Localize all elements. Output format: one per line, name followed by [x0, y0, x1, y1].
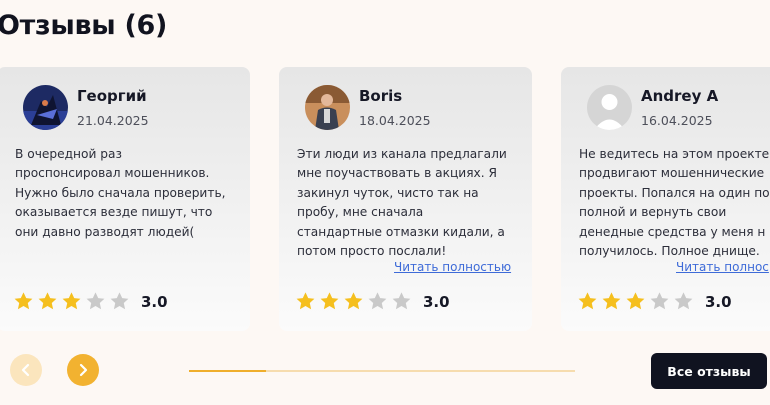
- rating-stars: 3.0: [577, 291, 732, 312]
- rating-stars: 3.0: [13, 291, 168, 312]
- read-more-link[interactable]: Читать полностью: [394, 260, 511, 274]
- review-card: Boris 18.04.2025 Эти люди из канала пред…: [279, 67, 532, 331]
- star-icon: [626, 292, 645, 310]
- star-icon: [86, 292, 105, 310]
- section-title: Отзывы (6): [0, 10, 168, 41]
- review-date: 21.04.2025: [77, 113, 149, 128]
- carousel-progress-fill: [189, 370, 267, 372]
- avatar: [23, 85, 68, 130]
- star-icon: [296, 292, 315, 310]
- reviewer-name: Andrey A: [641, 87, 719, 105]
- star-icon: [110, 292, 129, 310]
- star-icon: [578, 292, 597, 310]
- star-icon: [674, 292, 693, 310]
- star-icon: [320, 292, 339, 310]
- all-reviews-button[interactable]: Все отзывы: [651, 353, 767, 389]
- reviews-track: Георгий 21.04.2025 В очередной раз просп…: [0, 67, 770, 331]
- rating-value: 3.0: [141, 292, 168, 311]
- review-text: В очередной раз проспонсировал мошеннико…: [15, 147, 226, 239]
- read-more-link[interactable]: Читать полнос: [676, 260, 769, 274]
- review-card: Георгий 21.04.2025 В очередной раз просп…: [0, 67, 250, 331]
- star-icon: [62, 292, 81, 310]
- rating-value: 3.0: [705, 292, 732, 311]
- review-text: Не ведитесь на этом проекте продвигают м…: [579, 147, 770, 259]
- review-text: Эти люди из канала предлагали мне поучас…: [297, 147, 507, 259]
- star-icon: [392, 292, 411, 310]
- reviewer-name: Boris: [359, 87, 403, 105]
- star-icon: [650, 292, 669, 310]
- star-icon: [14, 292, 33, 310]
- rating-value: 3.0: [423, 292, 450, 311]
- chevron-right-icon: [79, 363, 88, 377]
- rating-stars: 3.0: [295, 291, 450, 312]
- star-icon: [368, 292, 387, 310]
- star-icon: [602, 292, 621, 310]
- star-icon: [344, 292, 363, 310]
- avatar: [587, 85, 632, 130]
- review-card: Andrey A 16.04.2025 Не ведитесь на этом …: [561, 67, 770, 331]
- chevron-left-icon: [21, 363, 30, 377]
- review-date: 18.04.2025: [359, 113, 431, 128]
- avatar: [305, 85, 350, 130]
- reviewer-name: Георгий: [77, 87, 147, 105]
- review-date: 16.04.2025: [641, 113, 713, 128]
- star-icon: [38, 292, 57, 310]
- carousel-prev-button[interactable]: [10, 354, 42, 386]
- carousel-next-button[interactable]: [67, 354, 99, 386]
- carousel-progress: [189, 370, 575, 372]
